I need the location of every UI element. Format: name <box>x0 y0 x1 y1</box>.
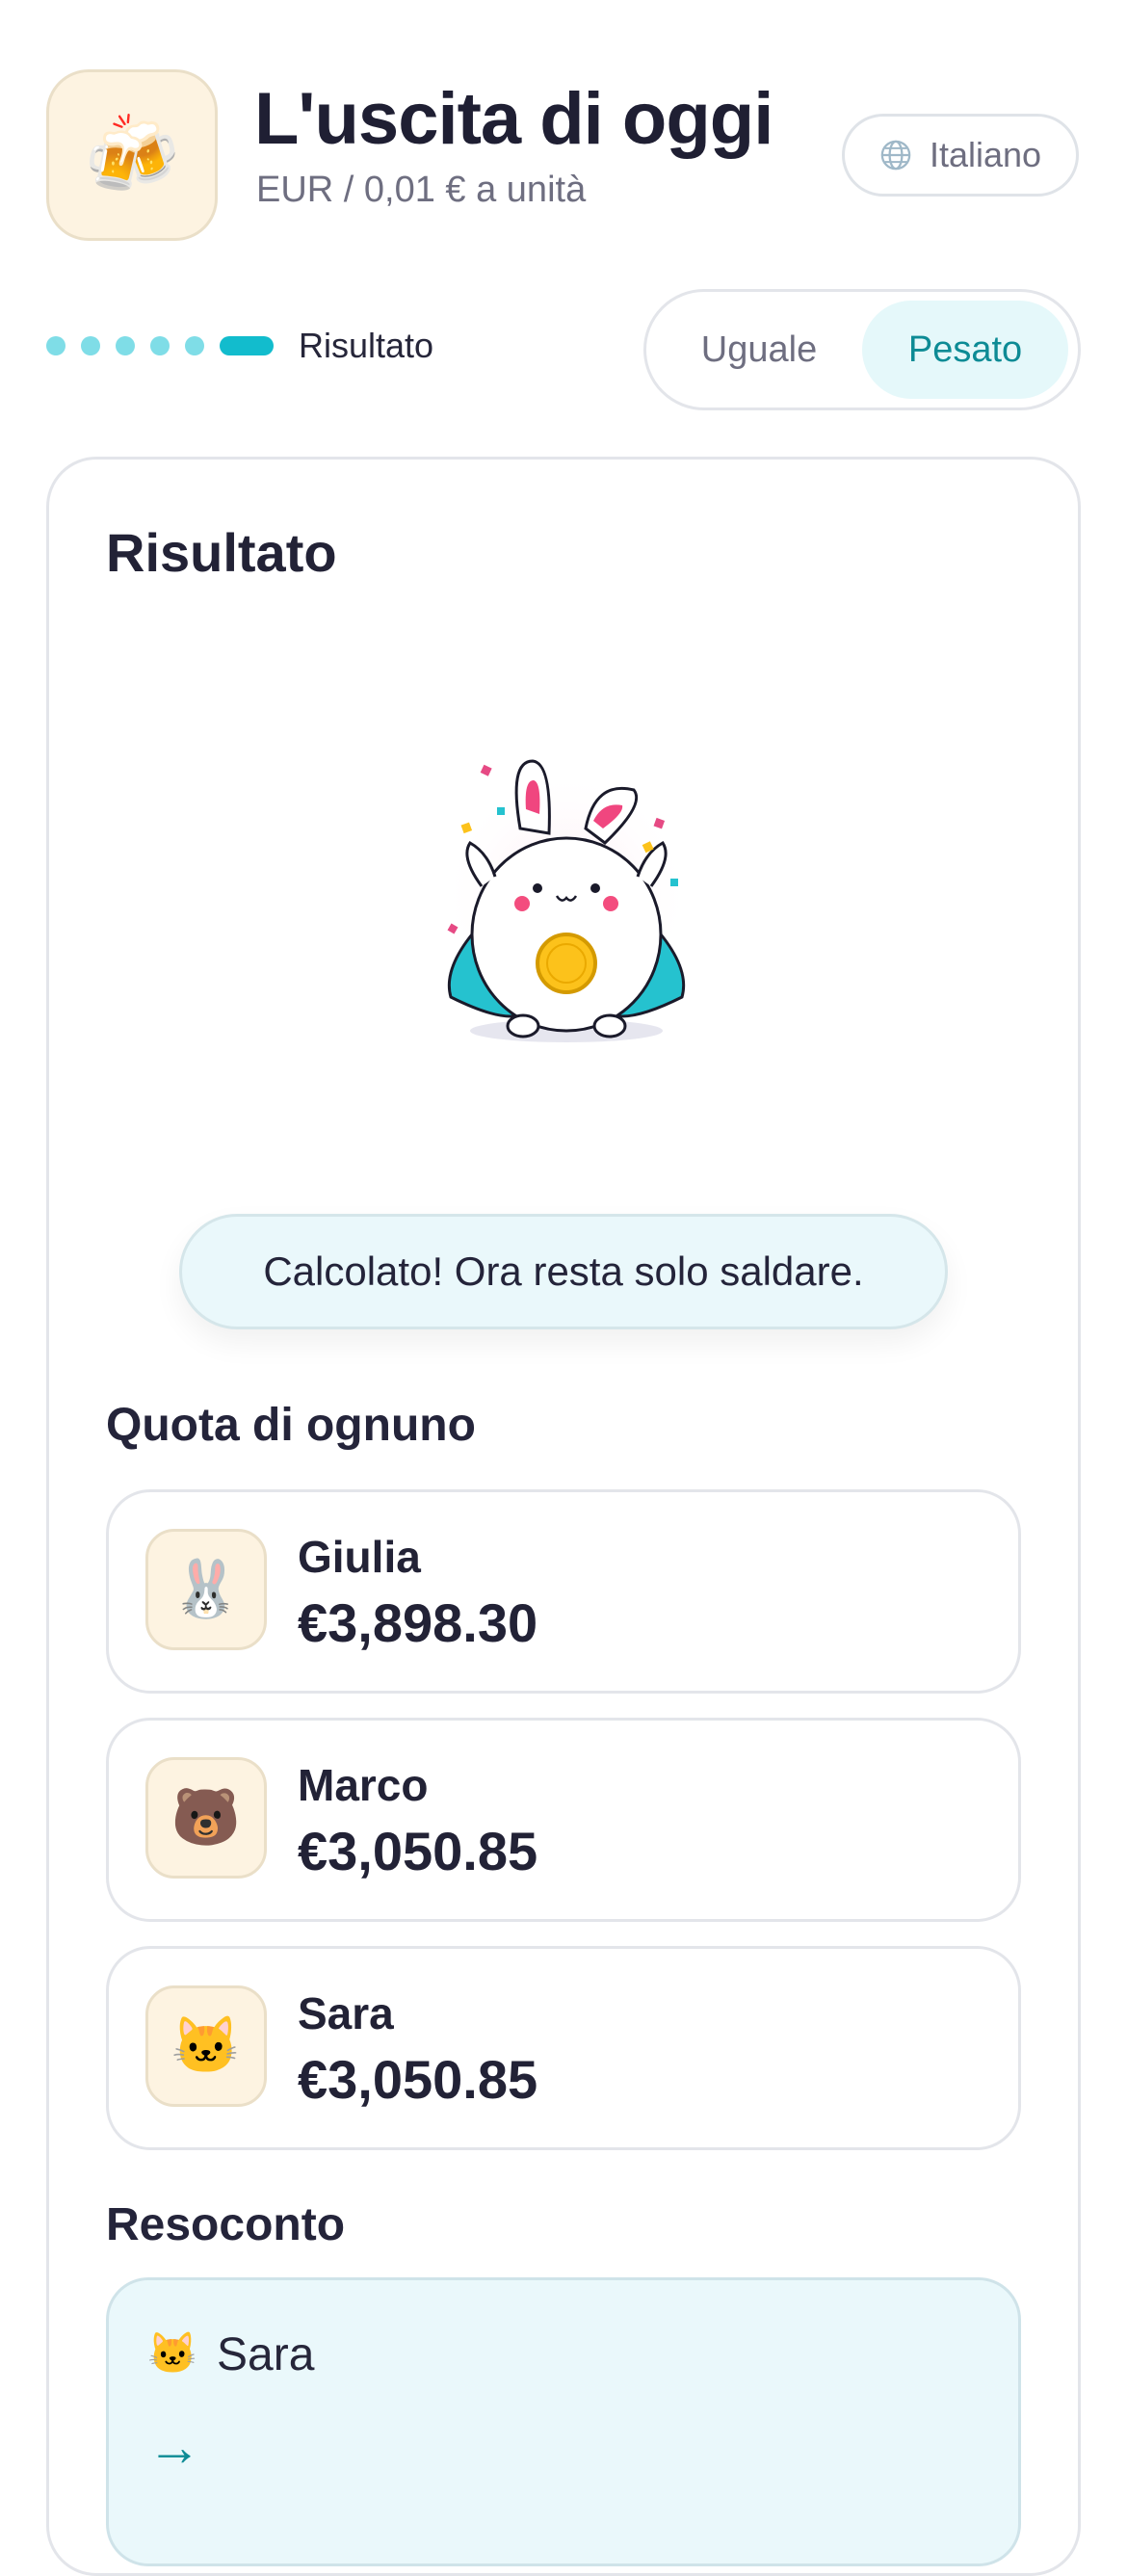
summary-card: 🐱 Sara → <box>106 2277 1021 2566</box>
app-icon: 🍻 <box>46 69 218 241</box>
result-title: Risultato <box>106 522 337 583</box>
share-amount: €3,898.30 <box>298 1592 538 1653</box>
step-label: Risultato <box>299 326 434 365</box>
beer-mugs-icon: 🍻 <box>84 112 180 197</box>
split-mode-equal[interactable]: Uguale <box>656 301 862 399</box>
currency-subtitle: EUR / 0,01 € a unità <box>256 170 587 210</box>
step-progress: Risultato <box>46 326 433 366</box>
step-dot-3 <box>116 336 135 355</box>
language-label: Italiano <box>929 135 1042 174</box>
step-dot-1 <box>46 336 66 355</box>
page-title: L'uscita di oggi <box>254 78 773 160</box>
share-amount: €3,050.85 <box>298 1821 538 1881</box>
step-dot-current <box>220 336 274 355</box>
share-name: Marco <box>298 1760 429 1810</box>
globe-icon <box>880 140 911 171</box>
arrow-right-icon: → <box>147 2416 201 2477</box>
step-dot-5 <box>185 336 204 355</box>
share-name: Sara <box>298 1988 394 2038</box>
share-card-sara: 🐱 Sara €3,050.85 <box>106 1946 1021 2150</box>
share-card-giulia: 🐰 Giulia €3,898.30 <box>106 1489 1021 1694</box>
bear-icon: 🐻 <box>145 1757 267 1879</box>
summary-payer-name: Sara <box>217 2329 315 2380</box>
split-mode-weighted[interactable]: Pesato <box>862 301 1068 399</box>
split-mode-toggle: Uguale Pesato <box>643 289 1081 410</box>
step-dot-4 <box>150 336 170 355</box>
share-amount: €3,050.85 <box>298 2049 538 2110</box>
cat-icon: 🐱 <box>147 2330 198 2376</box>
result-message: Calcolato! Ora resta solo saldare. <box>179 1214 948 1329</box>
summary-title: Resoconto <box>106 2199 346 2250</box>
share-card-marco: 🐻 Marco €3,050.85 <box>106 1718 1021 1922</box>
step-dot-2 <box>81 336 100 355</box>
language-button[interactable]: Italiano <box>842 114 1079 197</box>
cat-icon: 🐱 <box>145 1985 267 2107</box>
bunny-mascot-illustration <box>441 759 692 1042</box>
shares-title: Quota di ognuno <box>106 1400 476 1451</box>
rabbit-icon: 🐰 <box>145 1529 267 1650</box>
share-name: Giulia <box>298 1532 421 1582</box>
